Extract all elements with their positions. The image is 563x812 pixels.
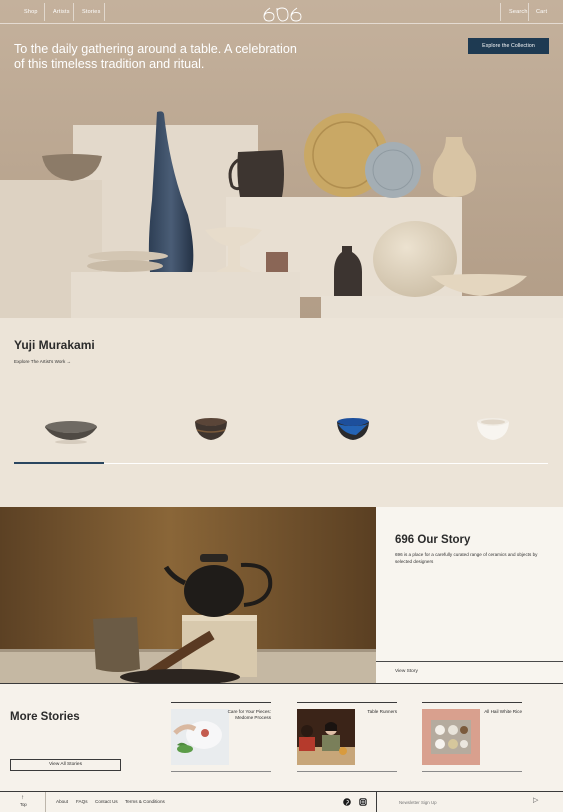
featured-artist-section: Yuji Murakami Explore The Artist's Work … bbox=[0, 318, 563, 507]
story-title: 696 Our Story bbox=[395, 534, 471, 546]
story-card-title: Care for Your Pieces: Medome Process bbox=[227, 709, 271, 721]
instagram-icon[interactable] bbox=[359, 798, 367, 806]
back-to-top-button[interactable]: ↑ Top bbox=[0, 792, 46, 812]
nav-stories-link[interactable]: Stories bbox=[82, 0, 101, 24]
newsletter-email-input[interactable] bbox=[399, 798, 529, 807]
nav-cart-link[interactable]: Cart bbox=[536, 0, 547, 24]
nav-artists-link[interactable]: Artists bbox=[53, 0, 70, 24]
footer-faqs-link[interactable]: FAQs bbox=[76, 799, 88, 804]
story-card-image bbox=[171, 709, 229, 765]
brand-logo[interactable] bbox=[262, 6, 302, 22]
story-card-title: Table Runners bbox=[367, 709, 397, 714]
nav-search-link[interactable]: Search bbox=[509, 0, 528, 24]
nav-divider bbox=[528, 3, 529, 21]
footer-contact-link[interactable]: Contact Us bbox=[95, 799, 118, 804]
story-teapot-image bbox=[0, 507, 376, 683]
nav-divider bbox=[104, 3, 105, 21]
divider bbox=[376, 661, 563, 662]
nav-divider bbox=[73, 3, 74, 21]
carousel-progress bbox=[14, 462, 104, 464]
arrow-up-icon: ↑ bbox=[21, 795, 24, 801]
story-card-image bbox=[297, 709, 355, 765]
artist-name: Yuji Murakami bbox=[14, 338, 95, 352]
site-footer: ↑ Top About FAQs Contact Us Terms & Cond… bbox=[0, 791, 563, 812]
our-story-panel: 696 Our Story 696 is a place for a caref… bbox=[376, 507, 563, 683]
product-thumb-1[interactable] bbox=[42, 416, 100, 444]
footer-about-link[interactable]: About bbox=[56, 799, 68, 804]
view-all-stories-button[interactable]: View All Stories bbox=[10, 759, 121, 771]
footer-terms-link[interactable]: Terms & Conditions bbox=[125, 799, 165, 804]
send-arrow-icon[interactable]: ▷ bbox=[533, 796, 538, 804]
nav-divider bbox=[500, 3, 501, 21]
hero-section: Shop Artists Stories Search Cart To the … bbox=[0, 0, 563, 318]
story-card-image bbox=[422, 709, 480, 765]
explore-artist-link[interactable]: Explore The Artist's Work → bbox=[14, 359, 71, 364]
product-thumb-2[interactable] bbox=[192, 416, 230, 444]
hero-headline: To the daily gathering around a table. A… bbox=[14, 42, 297, 71]
view-story-link[interactable]: View Story bbox=[395, 669, 418, 674]
story-card[interactable]: All Hail White Rice bbox=[422, 702, 522, 772]
more-stories-section: More Stories View All Stories Care for Y… bbox=[0, 683, 563, 791]
more-stories-title: More Stories bbox=[10, 711, 80, 723]
top-nav: Shop Artists Stories Search Cart bbox=[0, 0, 563, 24]
product-thumb-4[interactable] bbox=[474, 416, 512, 444]
pinterest-icon[interactable] bbox=[343, 798, 351, 806]
explore-collection-button[interactable]: Explore the Collection bbox=[468, 38, 549, 54]
newsletter-form: ▷ bbox=[376, 792, 563, 812]
back-to-top-label: Top bbox=[20, 802, 27, 807]
story-card[interactable]: Care for Your Pieces: Medome Process bbox=[171, 702, 271, 772]
story-description: 696 is a place for a carefully curated r… bbox=[395, 552, 538, 564]
nav-divider bbox=[44, 3, 45, 21]
product-thumb-3[interactable] bbox=[334, 416, 372, 444]
story-card-title: All Hail White Rice bbox=[484, 709, 522, 714]
story-card[interactable]: Table Runners bbox=[297, 702, 397, 772]
nav-shop-link[interactable]: Shop bbox=[24, 0, 38, 24]
